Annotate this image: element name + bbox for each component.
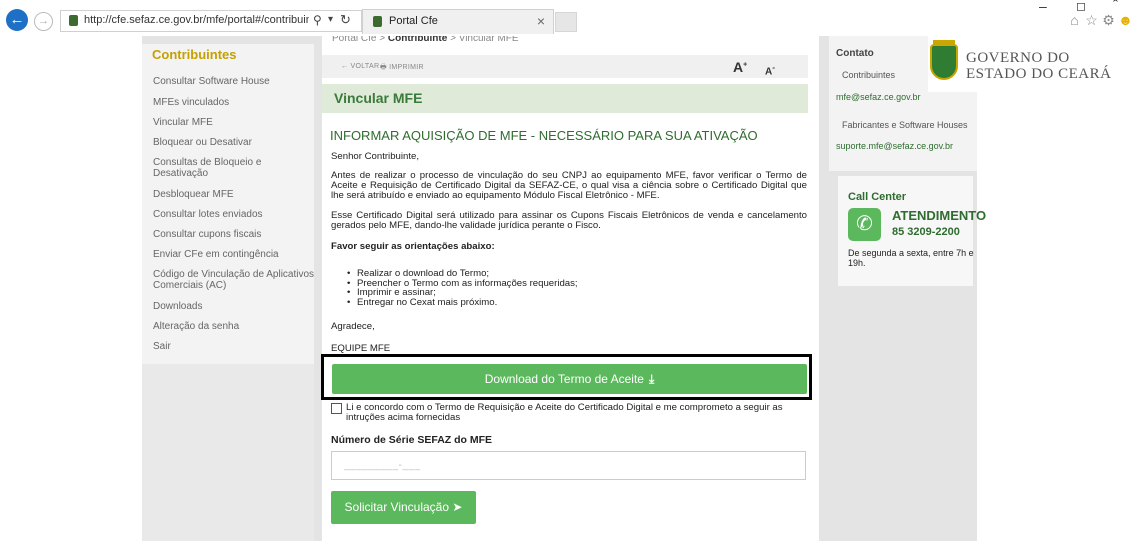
- new-tab-button[interactable]: [555, 12, 577, 32]
- chevron-down-icon[interactable]: ▾: [328, 14, 333, 25]
- favorites-star-icon[interactable]: ☆: [1083, 12, 1100, 29]
- sidebar-item-consultas-bloqueio[interactable]: Consultas de Bloqueio e Desativação: [153, 157, 273, 179]
- search-icon[interactable]: ⚲: [313, 13, 322, 27]
- solicitar-vinculacao-button[interactable]: Solicitar Vinculação ➤: [331, 491, 476, 524]
- download-icon: ⤓: [648, 372, 655, 386]
- phone-number: 85 3209-2200: [892, 226, 960, 238]
- sidebar-item-consultar-cupons[interactable]: Consultar cupons fiscais: [153, 229, 313, 240]
- smiley-feedback-icon[interactable]: ☻: [1117, 12, 1134, 28]
- right-column-filler: [829, 290, 977, 541]
- accept-terms-label: Li e concordo com o Termo de Requisição …: [346, 402, 783, 423]
- call-hours: De segunda a sexta, entre 7h e 19h.: [848, 248, 974, 268]
- sidebar-item-downloads[interactable]: Downloads: [153, 301, 313, 312]
- tab-title: Portal Cfe: [389, 15, 438, 27]
- gov-logo-line1: GOVERNO DO: [966, 50, 1070, 66]
- breadcrumb-home[interactable]: Portal Cfe: [332, 36, 376, 44]
- toolbar-icons: ⌂ ☆ ⚙ ☻: [1066, 12, 1134, 29]
- agradece-text: Agradece,: [331, 321, 375, 332]
- sidebar-item-bloquear-desativar[interactable]: Bloquear ou Desativar: [153, 137, 313, 148]
- call-center-title: Call Center: [848, 191, 907, 203]
- sidebar-item-desbloquear-mfe[interactable]: Desbloquear MFE: [153, 189, 313, 200]
- serie-label: Número de Série SEFAZ do MFE: [331, 434, 493, 446]
- contribuintes-email-link[interactable]: mfe@sefaz.ce.gov.br: [836, 92, 921, 102]
- submit-button-label: Solicitar Vinculação: [344, 500, 450, 514]
- imprimir-link[interactable]: 🖶 IMPRIMIR: [380, 63, 424, 74]
- minimize-icon[interactable]: –: [1039, 0, 1047, 14]
- page-title: Vincular MFE: [334, 90, 423, 106]
- equipe-text: EQUIPE MFE: [331, 343, 391, 354]
- breadcrumb-page: Vincular MFE: [458, 36, 519, 44]
- contribuintes-label: Contribuintes: [842, 70, 896, 80]
- download-termo-button[interactable]: Download do Termo de Aceite ⤓: [332, 364, 807, 394]
- sidebar-item-consultar-software-house[interactable]: Consultar Software House: [153, 76, 313, 87]
- browser-tab[interactable]: Portal Cfe ×: [362, 9, 554, 34]
- orientations-title: Favor seguir as orientações abaixo:: [331, 241, 495, 252]
- sidebar-item-consultar-lotes[interactable]: Consultar lotes enviados: [153, 209, 313, 220]
- font-up-label: A: [733, 59, 744, 75]
- atendimento-label: ATENDIMENTO: [892, 208, 987, 223]
- paper-plane-icon: ➤: [452, 500, 463, 514]
- contact-title: Contato: [836, 48, 874, 59]
- sidebar-item-mfes-vinculados[interactable]: MFEs vinculados: [153, 97, 313, 108]
- site-favicon-icon: [69, 15, 78, 26]
- address-bar[interactable]: http://cfe.sefaz.ce.gov.br/mfe/portal#/c…: [60, 10, 362, 32]
- sidebar-item-vincular-mfe[interactable]: Vincular MFE: [153, 117, 313, 128]
- sidebar-menu-panel: [142, 44, 314, 364]
- imprimir-label: IMPRIMIR: [389, 64, 424, 71]
- home-icon[interactable]: ⌂: [1066, 12, 1083, 28]
- sidebar-item-alteracao-senha[interactable]: Alteração da senha: [153, 321, 313, 332]
- sidebar-title: Contribuintes: [152, 47, 237, 62]
- intro-paragraph: Antes de realizar o processo de vinculaç…: [331, 170, 807, 201]
- fabricantes-label: Fabricantes e Software Houses: [842, 120, 968, 130]
- ceara-coat-of-arms-icon: [930, 44, 958, 80]
- download-button-label: Download do Termo de Aceite: [484, 372, 644, 386]
- fabricantes-email-link[interactable]: suporte.mfe@sefaz.ce.gov.br: [836, 141, 953, 151]
- refresh-icon[interactable]: ↻: [340, 12, 351, 28]
- section-heading: INFORMAR AQUISIÇÃO DE MFE - NECESSÁRIO P…: [330, 128, 758, 143]
- breadcrumb: Portal Cfe > Contribuinte > Vincular MFE: [332, 36, 519, 46]
- font-decrease-button[interactable]: A-: [765, 62, 775, 77]
- font-increase-button[interactable]: A+: [733, 59, 747, 75]
- voltar-link[interactable]: ← VOLTAR: [341, 63, 379, 70]
- greeting-text: Senhor Contribuinte,: [331, 151, 419, 162]
- forward-arrow-icon[interactable]: →: [34, 12, 53, 31]
- phone-icon: ✆: [848, 208, 881, 241]
- list-item: Entregar no Cexat mais próximo.: [347, 297, 578, 308]
- certificate-paragraph: Esse Certificado Digital será utilizado …: [331, 210, 807, 231]
- url-text[interactable]: http://cfe.sefaz.ce.gov.br/mfe/portal#/c…: [84, 14, 309, 26]
- breadcrumb-section[interactable]: Contribuinte: [388, 36, 447, 44]
- gov-logo-line2: ESTADO DO CEARÁ: [966, 66, 1112, 82]
- tab-favicon-icon: [373, 16, 382, 27]
- back-arrow-icon[interactable]: ←: [6, 9, 28, 31]
- sidebar-item-enviar-cfe[interactable]: Enviar CFe em contingência: [153, 249, 313, 260]
- orientations-list: Realizar o download do Termo; Preencher …: [347, 269, 578, 308]
- sidebar-item-codigo-vinculacao[interactable]: Código de Vinculação de Aplicativos Come…: [153, 269, 318, 291]
- accept-terms-checkbox[interactable]: [331, 403, 342, 414]
- sidebar-item-sair[interactable]: Sair: [153, 341, 313, 352]
- serie-placeholder: _________-___: [344, 460, 421, 471]
- gear-icon[interactable]: ⚙: [1100, 12, 1117, 29]
- close-tab-icon[interactable]: ×: [537, 13, 545, 29]
